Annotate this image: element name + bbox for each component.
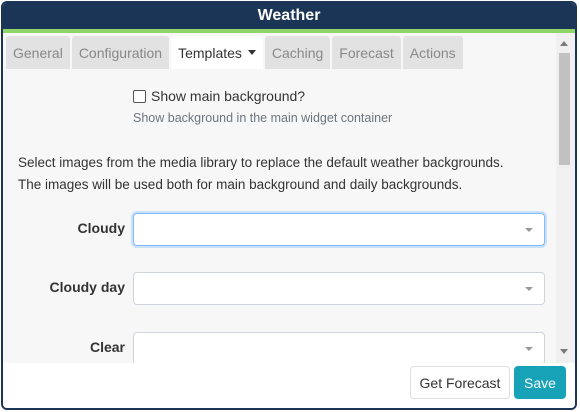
tab-configuration[interactable]: Configuration	[71, 36, 170, 69]
save-button[interactable]: Save	[514, 366, 566, 399]
caret-down-icon	[247, 50, 256, 55]
show-main-background-help: Show background in the main widget conta…	[133, 111, 393, 125]
cloudy-day-select[interactable]	[133, 272, 545, 305]
tab-label: Configuration	[78, 44, 163, 61]
weather-dialog: Weather General Configuration Templates …	[1, 1, 577, 410]
intro-text: Select images from the media library to …	[18, 152, 504, 196]
chevron-down-icon	[525, 347, 533, 351]
tab-bar: General Configuration Templates Caching …	[6, 36, 465, 69]
vertical-scrollbar[interactable]	[556, 33, 575, 363]
dialog-title: Weather	[257, 7, 321, 24]
tab-label: Forecast	[339, 44, 394, 61]
title-bar: Weather	[3, 3, 575, 33]
chevron-down-icon	[525, 228, 533, 232]
cloudy-select[interactable]	[133, 213, 545, 246]
tab-general[interactable]: General	[6, 36, 70, 69]
tab-label: Caching	[271, 44, 324, 61]
intro-line-1: Select images from the media library to …	[18, 155, 504, 170]
chevron-down-icon	[525, 287, 533, 291]
scroll-thumb[interactable]	[559, 53, 570, 165]
tab-label: Actions	[409, 44, 456, 61]
intro-line-2: The images will be used both for main ba…	[18, 177, 463, 192]
scroll-up-icon[interactable]	[560, 41, 568, 46]
show-main-background-option[interactable]: Show main background?	[133, 88, 305, 104]
dialog-footer: Get Forecast Save	[3, 363, 575, 408]
tab-caching[interactable]: Caching	[264, 36, 331, 69]
clear-label: Clear	[89, 339, 125, 355]
tab-actions[interactable]: Actions	[402, 36, 463, 69]
cloudy-day-label: Cloudy day	[49, 279, 125, 295]
get-forecast-button[interactable]: Get Forecast	[410, 366, 510, 399]
tab-forecast[interactable]: Forecast	[332, 36, 401, 69]
show-main-background-checkbox[interactable]	[133, 89, 146, 103]
show-main-background-label: Show main background?	[151, 88, 306, 104]
tab-templates[interactable]: Templates	[171, 36, 263, 69]
tab-label: Templates	[178, 44, 242, 61]
scroll-down-icon[interactable]	[560, 349, 568, 354]
dialog-body[interactable]: General Configuration Templates Caching …	[3, 33, 556, 363]
tab-label: General	[13, 44, 63, 61]
clear-select[interactable]	[133, 332, 545, 363]
cloudy-label: Cloudy	[77, 220, 125, 236]
